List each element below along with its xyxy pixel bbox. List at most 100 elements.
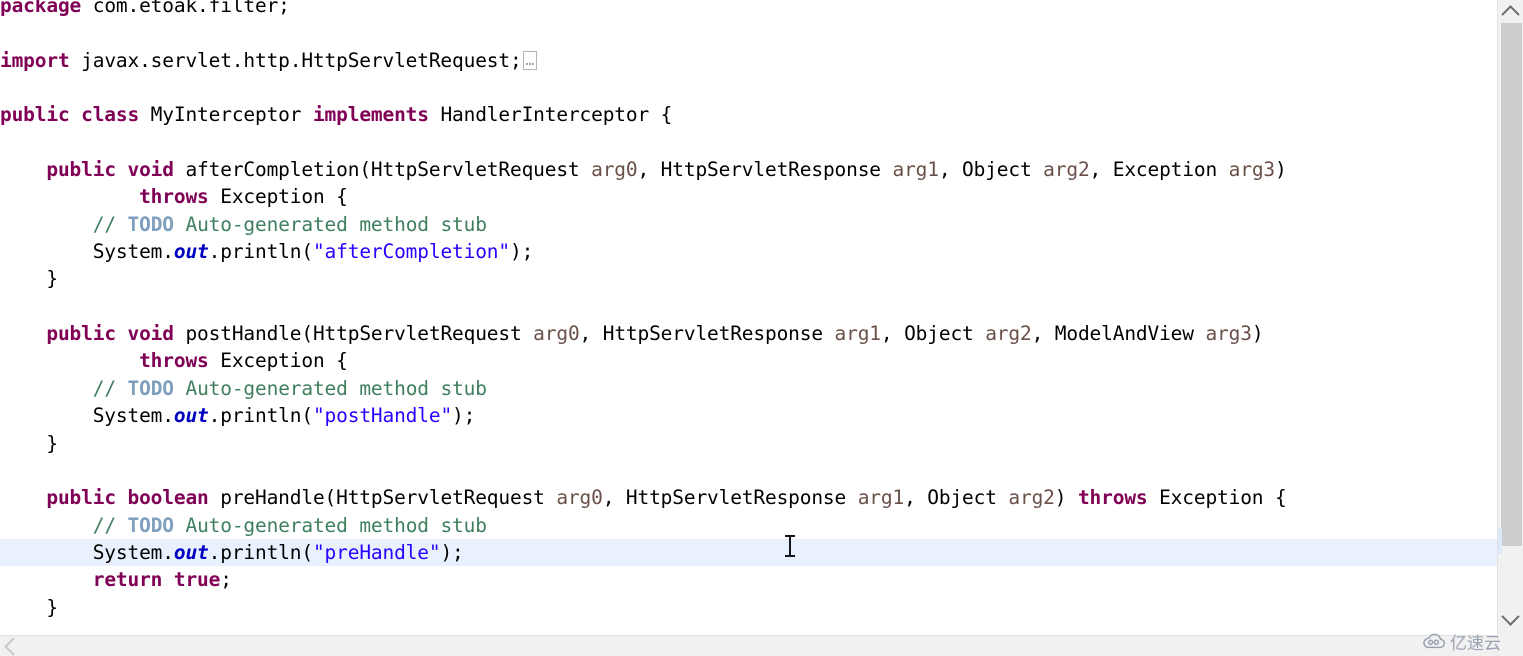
code-token-param: arg1 xyxy=(857,486,905,510)
code-token-pln: System. xyxy=(0,540,174,564)
vertical-scrollbar-marker xyxy=(1498,528,1502,554)
code-line[interactable]: throws Exception { xyxy=(0,347,1497,374)
code-line[interactable]: public void postHandle(HttpServletReques… xyxy=(0,320,1497,347)
code-token-param: arg3 xyxy=(1228,158,1276,182)
code-token-pln: MyInterceptor xyxy=(139,103,313,127)
code-token-pln: javax.servlet.http.HttpServletRequest; xyxy=(69,48,522,72)
code-token-param: arg2 xyxy=(985,322,1032,346)
code-token-kw: implements xyxy=(312,103,429,127)
code-line[interactable]: public boolean preHandle(HttpServletRequ… xyxy=(0,484,1497,511)
code-token-kw: return true xyxy=(92,568,221,592)
code-line[interactable] xyxy=(0,129,1497,156)
code-token-str: "postHandle" xyxy=(312,404,453,428)
scroll-left-button[interactable] xyxy=(0,636,23,656)
code-surface[interactable]: package com.etoak.filter; import javax.s… xyxy=(0,0,1497,621)
code-token-pln: Exception { xyxy=(208,185,348,209)
code-token-pln xyxy=(0,158,46,181)
code-line[interactable]: System.out.println("afterCompletion"); xyxy=(0,238,1497,265)
code-line[interactable]: throws Exception { xyxy=(0,183,1497,210)
code-token-kw: import xyxy=(0,48,70,72)
code-token-pln: .println( xyxy=(208,240,313,264)
code-token-pln: , ModelAndView xyxy=(1031,322,1206,346)
code-token-sfld: out xyxy=(173,240,209,264)
code-token-pln: } xyxy=(0,431,58,455)
code-line[interactable]: } xyxy=(0,265,1497,292)
code-line[interactable] xyxy=(0,19,1497,46)
code-line[interactable] xyxy=(0,293,1497,320)
code-token-pln xyxy=(0,213,93,236)
code-token-str: "afterCompletion" xyxy=(312,240,510,264)
code-token-param: arg2 xyxy=(1008,486,1055,510)
code-line[interactable]: package com.etoak.filter; xyxy=(0,0,1497,19)
code-token-pln: } xyxy=(0,595,58,619)
code-token-pln: Exception { xyxy=(1147,486,1287,510)
vertical-scrollbar-thumb[interactable] xyxy=(1501,23,1522,546)
code-token-pln xyxy=(0,568,93,591)
code-line[interactable]: import javax.servlet.http.HttpServletReq… xyxy=(0,47,1497,74)
code-token-todo: TODO xyxy=(127,376,175,400)
horizontal-scrollbar[interactable] xyxy=(0,635,1497,656)
code-editor[interactable]: package com.etoak.filter; import javax.s… xyxy=(0,0,1523,656)
vertical-scrollbar[interactable] xyxy=(1497,0,1523,656)
code-line[interactable]: } xyxy=(0,430,1497,457)
code-token-pln xyxy=(0,349,139,372)
code-token-param: arg1 xyxy=(834,322,882,346)
code-line[interactable] xyxy=(0,457,1497,484)
code-token-cmt: Auto-generated method stub xyxy=(173,513,487,537)
code-token-cmt: // xyxy=(92,212,128,236)
code-line[interactable]: // TODO Auto-generated method stub xyxy=(0,211,1497,238)
code-token-param: arg1 xyxy=(892,158,939,182)
code-line[interactable]: public class MyInterceptor implements Ha… xyxy=(0,101,1497,128)
watermark: 亿速云 xyxy=(1422,629,1501,654)
code-line[interactable] xyxy=(0,74,1497,101)
code-token-pln xyxy=(0,486,46,509)
code-token-pln: , Exception xyxy=(1089,158,1229,182)
code-token-param: arg0 xyxy=(556,486,603,510)
code-token-cmt: // xyxy=(92,513,128,537)
code-token-param: arg3 xyxy=(1205,322,1252,346)
code-token-pln xyxy=(0,514,93,537)
code-token-pln: ) xyxy=(1251,322,1264,346)
code-token-pln: , Object xyxy=(904,486,1009,510)
code-token-pln: Exception { xyxy=(208,349,348,373)
watermark-text: 亿速云 xyxy=(1450,634,1501,654)
code-viewport[interactable]: package com.etoak.filter; import javax.s… xyxy=(0,0,1497,635)
code-token-kw: throws xyxy=(139,185,209,209)
code-token-pln: } xyxy=(0,267,58,291)
code-line[interactable]: // TODO Auto-generated method stub xyxy=(0,375,1497,402)
code-token-pln xyxy=(0,185,139,208)
code-token-cmt: Auto-generated method stub xyxy=(173,376,487,400)
code-token-pln: preHandle(HttpServletRequest xyxy=(208,486,557,510)
code-token-pln: .println( xyxy=(208,540,313,564)
scroll-up-button[interactable] xyxy=(1498,0,1523,24)
code-line-current[interactable]: System.out.println("preHandle"); xyxy=(0,538,1497,567)
code-line[interactable]: public void afterCompletion(HttpServletR… xyxy=(0,156,1497,183)
folded-imports-marker[interactable] xyxy=(522,50,537,70)
code-token-kw: package xyxy=(0,0,82,17)
code-token-kw: public void xyxy=(46,322,174,346)
chevron-down-icon xyxy=(1501,606,1520,626)
code-token-todo: TODO xyxy=(127,212,175,236)
code-token-pln: System. xyxy=(0,404,174,428)
code-token-pln xyxy=(0,377,93,400)
code-token-param: arg0 xyxy=(533,322,580,346)
code-token-cmt: // xyxy=(92,376,128,400)
code-line[interactable]: return true; xyxy=(0,566,1497,593)
code-token-kw: throws xyxy=(139,349,209,373)
code-token-pln: , Object xyxy=(880,322,986,346)
code-line[interactable]: // TODO Auto-generated method stub xyxy=(0,512,1497,539)
code-token-pln: com.etoak.filter; xyxy=(81,0,290,17)
code-token-pln: .println( xyxy=(208,404,313,428)
code-line[interactable]: } xyxy=(0,594,1497,621)
code-token-pln: ) xyxy=(1054,486,1078,510)
chevron-up-icon xyxy=(1501,4,1520,24)
code-token-kw: public boolean xyxy=(46,486,209,510)
cloud-logo-icon xyxy=(1422,633,1446,650)
chevron-left-icon xyxy=(4,636,23,656)
scroll-down-button[interactable] xyxy=(1498,606,1523,630)
code-line[interactable]: System.out.println("postHandle"); xyxy=(0,402,1497,429)
code-token-pln: System. xyxy=(0,240,174,264)
code-token-pln: ); xyxy=(452,404,476,428)
code-token-pln: , HttpServletResponse xyxy=(637,158,893,182)
code-token-pln xyxy=(0,322,46,345)
